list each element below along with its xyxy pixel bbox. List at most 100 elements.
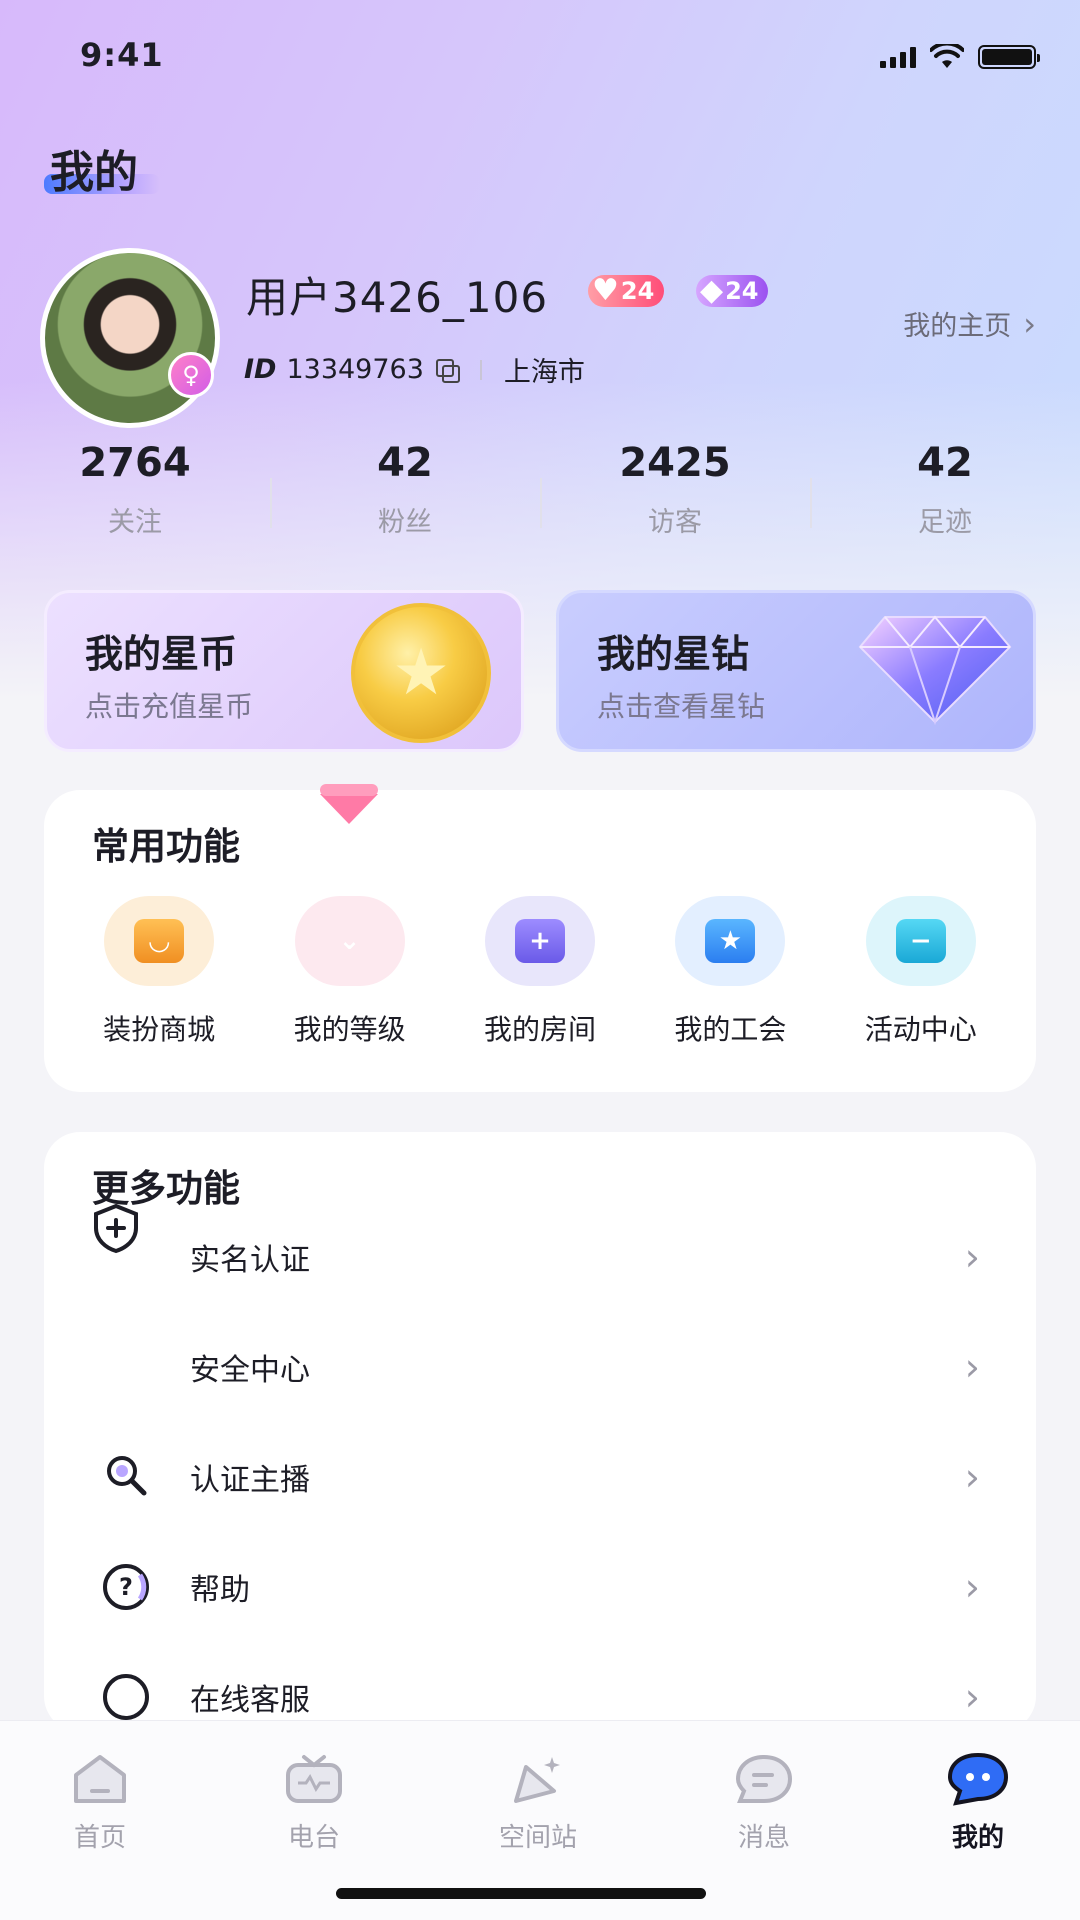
home-icon <box>74 1755 126 1803</box>
stat-value: 2425 <box>619 440 731 486</box>
more-functions-list: 实名认证 › 安全中心 › 认证主播 › ? 帮助 › 在线客服 › <box>44 1202 1036 1752</box>
avatar-badge-icon: ♀ <box>168 352 214 398</box>
stat-visitors[interactable]: 2425 访客 <box>540 440 810 550</box>
more-functions-panel: 更多功能 实名认证 › 安全中心 › 认证主播 › ? 帮助 › 在线客服 › <box>44 1132 1036 1732</box>
wifi-icon <box>930 44 964 68</box>
card-subtitle: 点击查看星钻 <box>597 690 766 723</box>
rocket-icon <box>514 1757 560 1803</box>
my-diamonds-card[interactable]: 我的星钻 点击查看星钻 <box>556 590 1036 752</box>
chevron-right-icon: › <box>1023 304 1036 343</box>
function-dress-up-mall[interactable]: ◡ 装扮商城 <box>65 896 253 1048</box>
shopping-bag-icon: ◡ <box>104 896 215 986</box>
heart-level-badge: ♥ 24 <box>588 273 665 308</box>
chevron-right-icon: › <box>964 1235 980 1279</box>
diamond-gem-icon <box>858 615 1012 726</box>
stat-fans[interactable]: 42 粉丝 <box>270 440 540 550</box>
function-my-level[interactable]: ⌄ 我的等级 <box>256 896 444 1048</box>
heart-level-value: 24 <box>620 277 655 305</box>
list-item-label: 在线客服 <box>190 1683 310 1718</box>
list-item-security-center[interactable]: 安全中心 › <box>44 1312 1036 1422</box>
stat-value: 42 <box>377 440 433 486</box>
tab-label: 消息 <box>737 1823 790 1853</box>
customer-service-icon <box>103 1674 149 1720</box>
tab-space-station[interactable]: 空间站 <box>468 1751 608 1854</box>
my-homepage-link[interactable]: 我的主页 › <box>903 304 1036 343</box>
level-icon: ⌄ <box>294 896 405 986</box>
function-label: 装扮商城 <box>103 1013 216 1046</box>
tab-label: 空间站 <box>498 1823 577 1853</box>
status-time: 9:41 <box>80 36 164 74</box>
list-item-label: 认证主播 <box>190 1463 310 1498</box>
tab-label: 首页 <box>73 1823 126 1853</box>
function-activity-center[interactable]: − 活动中心 <box>827 896 1015 1048</box>
svg-text:?: ? <box>119 1573 133 1601</box>
tab-mine[interactable]: 我的 <box>908 1751 1048 1854</box>
guild-star-icon: ★ <box>675 896 786 986</box>
list-item-help[interactable]: ? 帮助 › <box>44 1532 1036 1642</box>
username: 用户3426_106 <box>246 273 549 322</box>
list-item-label: 实名认证 <box>190 1243 310 1278</box>
stat-following[interactable]: 2764 关注 <box>0 440 270 550</box>
list-item-certified-anchor[interactable]: 认证主播 › <box>44 1422 1036 1532</box>
id-number: 13349763 <box>286 354 424 385</box>
radio-icon <box>286 1755 342 1803</box>
function-label: 我的房间 <box>483 1013 596 1046</box>
list-item-real-name[interactable]: 实名认证 › <box>44 1202 1036 1312</box>
tab-home[interactable]: 首页 <box>30 1751 170 1854</box>
diamond-icon: ◆ <box>700 273 724 308</box>
diamond-level-badge: ◆ 24 <box>696 273 769 308</box>
stat-footprints[interactable]: 42 足迹 <box>810 440 1080 550</box>
page-title: 我的 <box>50 147 138 198</box>
id-row: ID 13349763 上海市 <box>244 350 585 389</box>
chevron-right-icon: › <box>964 1565 980 1609</box>
stats-row: 2764 关注 42 粉丝 2425 访客 42 足迹 <box>0 440 1080 550</box>
card-subtitle: 点击充值星币 <box>85 690 254 723</box>
tab-label: 电台 <box>287 1823 340 1853</box>
my-coins-card[interactable]: 我的星币 点击充值星币 ★ <box>44 590 524 752</box>
city: 上海市 <box>503 357 585 388</box>
function-label: 我的等级 <box>293 1013 406 1046</box>
heart-icon: ♥ <box>592 273 619 308</box>
message-icon <box>735 1754 793 1803</box>
card-title: 我的星币 <box>85 632 238 676</box>
card-title: 我的星钻 <box>597 632 750 676</box>
status-icons <box>880 44 1040 70</box>
stat-value: 42 <box>917 440 973 486</box>
list-item-label: 帮助 <box>190 1573 250 1608</box>
stat-label: 足迹 <box>918 507 972 538</box>
tab-radio[interactable]: 电台 <box>244 1751 384 1854</box>
my-homepage-label: 我的主页 <box>903 311 1012 342</box>
avatar-image <box>40 248 220 428</box>
chevron-right-icon: › <box>964 1455 980 1499</box>
tab-label: 我的 <box>951 1823 1004 1853</box>
avatar[interactable]: ♀ <box>40 248 220 428</box>
common-functions-panel: 常用功能 ◡ 装扮商城 ⌄ 我的等级 + 我的房间 ★ 我的工会 − 活动中心 <box>44 790 1036 1092</box>
stat-label: 访客 <box>648 507 702 538</box>
question-icon: ? <box>103 1564 149 1610</box>
tab-messages[interactable]: 消息 <box>694 1751 834 1854</box>
chevron-right-icon: › <box>964 1345 980 1389</box>
room-icon: + <box>484 896 595 986</box>
search-person-icon <box>107 1456 147 1496</box>
divider <box>479 359 482 380</box>
chevron-right-icon: › <box>964 1675 980 1719</box>
function-my-guild[interactable]: ★ 我的工会 <box>636 896 824 1048</box>
copy-icon[interactable] <box>435 358 460 383</box>
function-my-room[interactable]: + 我的房间 <box>446 896 634 1048</box>
signal-icon <box>880 46 916 68</box>
stat-label: 粉丝 <box>378 507 432 538</box>
pink-marker-icon <box>320 784 378 824</box>
profile-bubble-icon <box>947 1752 1009 1806</box>
function-label: 我的工会 <box>674 1013 787 1046</box>
list-item-label: 安全中心 <box>190 1353 310 1388</box>
section-title: 常用功能 <box>92 825 240 868</box>
home-indicator <box>336 1888 706 1899</box>
stat-label: 关注 <box>108 507 162 538</box>
battery-icon <box>978 45 1040 69</box>
diamond-level-value: 24 <box>725 277 759 305</box>
stat-value: 2764 <box>79 440 191 486</box>
activity-box-icon: − <box>865 896 976 986</box>
id-label: ID <box>244 354 277 385</box>
function-label: 活动中心 <box>864 1013 977 1046</box>
coin-icon: ★ <box>351 603 491 743</box>
